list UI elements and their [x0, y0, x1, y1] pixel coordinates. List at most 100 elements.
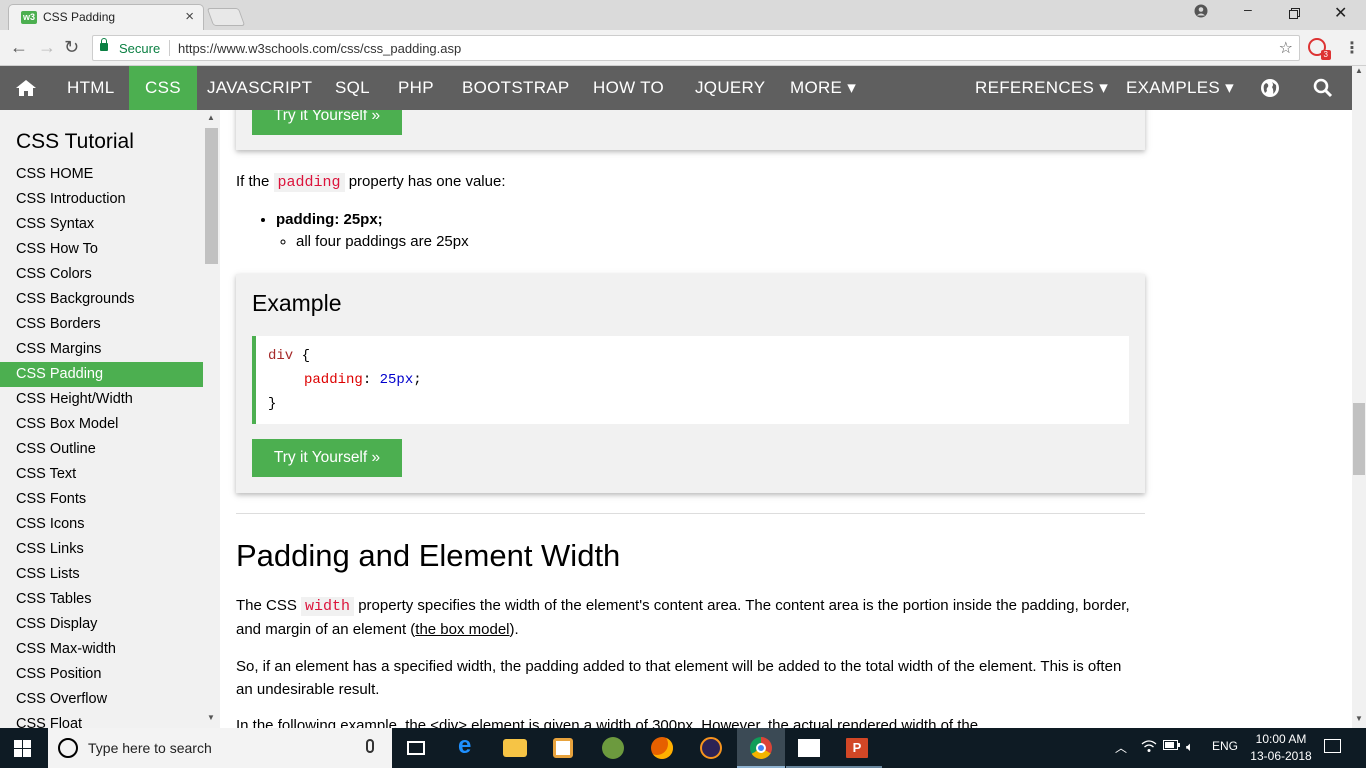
nav-sql[interactable]: SQL	[320, 66, 385, 110]
secure-label: Secure	[119, 41, 161, 56]
nav-php[interactable]: PHP	[383, 66, 449, 110]
chrome-icon[interactable]	[737, 728, 785, 768]
tab-title: CSS Padding	[43, 10, 116, 24]
example-box: Example div { padding: 25px; } Try it Yo…	[236, 274, 1145, 493]
eclipse-icon[interactable]	[688, 728, 736, 768]
box-model-link[interactable]: the box model	[415, 621, 509, 638]
sidebar-item-css-how-to[interactable]: CSS How To	[0, 237, 203, 262]
page-scroll-down-icon[interactable]: ▼	[1355, 714, 1363, 723]
bookmark-star-icon[interactable]: ☆	[1279, 38, 1293, 58]
show-hidden-icons-icon[interactable]: ︿	[1115, 739, 1127, 756]
previous-example-box: Try it Yourself »	[236, 110, 1145, 150]
sidebar-item-css-icons[interactable]: CSS Icons	[0, 512, 203, 537]
nav-more-dropdown[interactable]: MORE ▾	[775, 66, 871, 110]
sidebar-item-css-max-width[interactable]: CSS Max-width	[0, 637, 203, 662]
sidebar-item-css-display[interactable]: CSS Display	[0, 612, 203, 637]
sidebar-item-css-colors[interactable]: CSS Colors	[0, 262, 203, 287]
restore-icon[interactable]	[1289, 6, 1300, 22]
home-icon[interactable]	[15, 79, 37, 97]
nav-references-dropdown[interactable]: REFERENCES ▾	[960, 66, 1123, 110]
sidebar-scroll-down-icon[interactable]: ▼	[207, 713, 215, 722]
try-it-yourself-button[interactable]: Try it Yourself »	[252, 110, 402, 135]
browser-tab-active[interactable]: w3 CSS Padding ×	[8, 4, 204, 30]
page-scroll-up-icon[interactable]: ▲	[1355, 66, 1363, 75]
sidebar-item-css-box-model[interactable]: CSS Box Model	[0, 412, 203, 437]
sidebar-item-css-float[interactable]: CSS Float	[0, 712, 203, 728]
nav-css[interactable]: CSS	[129, 66, 197, 110]
sidebar-item-css-home[interactable]: CSS HOME	[0, 162, 203, 187]
sidebar-scroll-up-icon[interactable]: ▲	[207, 113, 215, 122]
sidebar-item-css-height-width[interactable]: CSS Height/Width	[0, 387, 203, 412]
window-close-icon[interactable]: ✕	[1334, 3, 1347, 23]
taskbar-clock[interactable]: 10:00 AM 13-06-2018	[1246, 731, 1316, 765]
sidebar-scrollbar-thumb[interactable]	[205, 128, 218, 264]
firefox-icon[interactable]	[639, 728, 687, 768]
sidebar-item-css-padding[interactable]: CSS Padding	[0, 362, 203, 387]
photos-icon[interactable]	[786, 728, 834, 768]
wifi-icon[interactable]	[1141, 739, 1157, 756]
reload-icon[interactable]: ↻	[64, 37, 79, 58]
android-studio-icon[interactable]	[590, 728, 638, 768]
nav-bootstrap[interactable]: BOOTSTRAP	[447, 66, 585, 110]
clock-time: 10:00 AM	[1255, 732, 1307, 746]
nav-examples-dropdown[interactable]: EXAMPLES ▾	[1111, 66, 1249, 110]
sidebar-item-css-margins[interactable]: CSS Margins	[0, 337, 203, 362]
sidebar-item-css-outline[interactable]: CSS Outline	[0, 437, 203, 462]
task-view-icon[interactable]	[392, 728, 440, 768]
media-player-icon[interactable]	[539, 728, 587, 768]
new-tab-button[interactable]	[206, 8, 246, 26]
sidebar-item-css-backgrounds[interactable]: CSS Backgrounds	[0, 287, 203, 312]
sidebar-item-css-introduction[interactable]: CSS Introduction	[0, 187, 203, 212]
volume-icon[interactable]: 🔈︎	[1186, 739, 1194, 755]
notification-center-icon[interactable]	[1324, 739, 1341, 753]
edge-icon[interactable]: e	[443, 728, 491, 768]
list-item: all four paddings are 25px	[296, 231, 469, 253]
extension-icon[interactable]: 3	[1308, 38, 1331, 60]
taskbar-search-placeholder: Type here to search	[88, 740, 212, 756]
sidebar-item-css-lists[interactable]: CSS Lists	[0, 562, 203, 587]
section-heading: Padding and Element Width	[236, 538, 621, 573]
sidebar-item-css-syntax[interactable]: CSS Syntax	[0, 212, 203, 237]
nav-jquery[interactable]: JQUERY	[680, 66, 780, 110]
forward-arrow-icon[interactable]: →	[38, 37, 56, 58]
try-it-yourself-button[interactable]: Try it Yourself »	[252, 439, 402, 477]
language-indicator[interactable]: ENG	[1212, 739, 1238, 753]
w3schools-favicon-icon: w3	[21, 11, 37, 24]
minimize-icon[interactable]: –	[1244, 1, 1252, 17]
microphone-icon[interactable]	[366, 739, 374, 753]
sidebar-item-css-links[interactable]: CSS Links	[0, 537, 203, 562]
omnibox-divider	[169, 40, 170, 56]
sidebar-item-css-position[interactable]: CSS Position	[0, 662, 203, 687]
nav-html[interactable]: HTML	[52, 66, 129, 110]
example-title: Example	[252, 290, 342, 316]
sidebar-heading: CSS Tutorial	[16, 130, 134, 153]
profile-icon[interactable]	[1194, 4, 1208, 21]
windows-taskbar: Type here to search e P ︿ 🔈︎ ENG 10:00 A…	[0, 728, 1366, 768]
battery-icon[interactable]	[1163, 739, 1181, 754]
address-bar[interactable]: Secure https://www.w3schools.com/css/css…	[92, 35, 1300, 61]
sidebar: CSS Tutorial CSS HOME CSS Introduction CSS…	[0, 110, 220, 728]
sidebar-item-css-tables[interactable]: CSS Tables	[0, 587, 203, 612]
site-top-nav: HTML CSS JAVASCRIPT SQL PHP BOOTSTRAP HO…	[0, 66, 1352, 110]
browser-menu-icon[interactable]: ⋮	[1344, 38, 1360, 58]
page-scrollbar-thumb[interactable]	[1353, 403, 1365, 475]
clock-date: 13-06-2018	[1250, 749, 1312, 763]
nav-how-to[interactable]: HOW TO	[578, 66, 679, 110]
sidebar-item-css-fonts[interactable]: CSS Fonts	[0, 487, 203, 512]
sidebar-item-css-borders[interactable]: CSS Borders	[0, 312, 203, 337]
taskbar-search-box[interactable]: Type here to search	[48, 728, 392, 768]
search-icon[interactable]	[1313, 78, 1333, 98]
extension-badge: 3	[1320, 50, 1331, 60]
sidebar-item-css-overflow[interactable]: CSS Overflow	[0, 687, 203, 712]
nav-javascript[interactable]: JAVASCRIPT	[192, 66, 327, 110]
back-arrow-icon[interactable]: ←	[10, 37, 28, 58]
url-text[interactable]: https://www.w3schools.com/css/css_paddin…	[178, 41, 461, 56]
file-explorer-icon[interactable]	[491, 728, 539, 768]
section-divider	[236, 513, 1145, 514]
page-scrollbar[interactable]: ▲ ▼	[1352, 66, 1366, 728]
windows-start-icon[interactable]	[14, 740, 31, 757]
tab-close-icon[interactable]: ×	[185, 8, 194, 25]
globe-icon[interactable]	[1261, 79, 1279, 97]
powerpoint-icon[interactable]: P	[834, 728, 882, 768]
sidebar-item-css-text[interactable]: CSS Text	[0, 462, 203, 487]
